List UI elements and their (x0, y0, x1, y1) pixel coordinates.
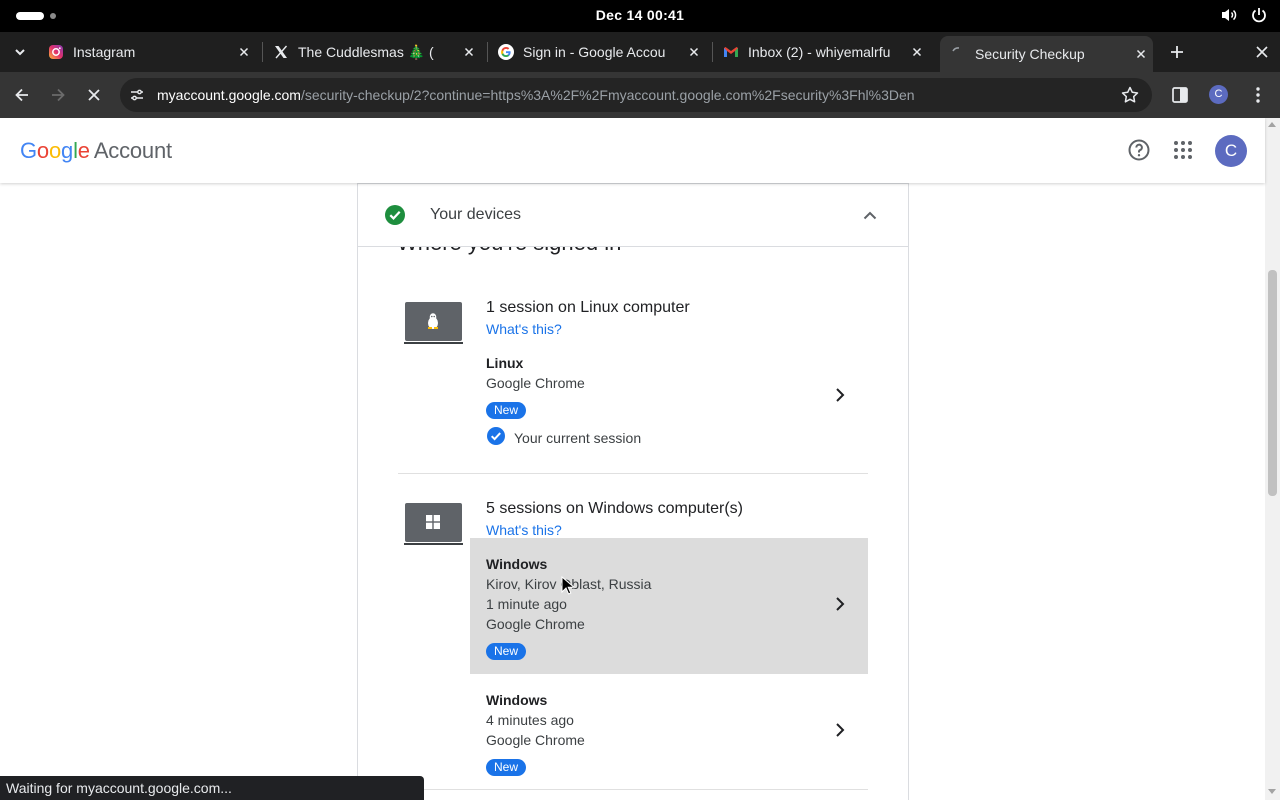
tab-search-icon[interactable] (13, 45, 27, 64)
clock[interactable]: Dec 14 00:41 (0, 7, 1280, 23)
tab-separator (487, 42, 488, 62)
help-icon[interactable] (1127, 138, 1151, 167)
logo-letter: o (36, 138, 49, 163)
logo-letter: g (61, 138, 74, 163)
whats-this-link[interactable]: What's this? (486, 522, 562, 538)
session-browser: Google Chrome (486, 616, 585, 632)
forward-icon[interactable] (48, 85, 68, 105)
browser-toolbar: myaccount.google.com/security-checkup/2?… (0, 72, 1280, 118)
google-account-header: Google Account C (0, 118, 1265, 183)
tab-title: Security Checkup (975, 46, 1085, 62)
url-path: /security-checkup/2?continue=https%3A%2F… (300, 87, 915, 103)
new-badge: New (486, 643, 526, 660)
volume-icon (1220, 6, 1238, 24)
product-name: Account (93, 138, 172, 163)
chevron-right-icon (830, 720, 850, 745)
session-device-name: Linux (486, 355, 524, 371)
tab-title: Inbox (2) - whiyemalrfu (748, 44, 891, 60)
tab-separator (712, 42, 713, 62)
whats-this-link[interactable]: What's this? (486, 321, 562, 337)
check-circle-icon (486, 426, 506, 449)
chevron-right-icon (830, 594, 850, 619)
tab-title: The Cuddlesmas 🎄 ( (298, 43, 434, 60)
tab-gmail-inbox[interactable]: Inbox (2) - whiyemalrfu (723, 36, 925, 68)
close-tab-icon[interactable] (236, 44, 252, 60)
logo-letter: G (20, 138, 37, 163)
close-tab-icon[interactable] (1133, 46, 1149, 62)
system-menu[interactable] (1220, 6, 1268, 24)
chevron-up-icon[interactable] (860, 206, 880, 231)
new-badge: New (486, 759, 526, 776)
bookmark-star-icon[interactable] (1120, 85, 1140, 110)
scroll-down-arrow-icon[interactable] (1268, 789, 1276, 794)
current-session-indicator: Your current session (486, 426, 641, 449)
google-account-logo[interactable]: Google Account (20, 138, 172, 164)
tab-title: Instagram (73, 44, 136, 60)
session-linux[interactable]: Linux Google Chrome New Your current ses… (470, 342, 868, 452)
back-icon[interactable] (12, 85, 32, 105)
devices-title: Your devices (430, 206, 522, 223)
tab-instagram[interactable]: Instagram (48, 36, 252, 68)
close-tab-icon[interactable] (686, 44, 702, 60)
site-info-icon[interactable] (128, 86, 146, 109)
new-badge: New (486, 402, 526, 419)
chevron-right-icon (830, 385, 850, 410)
session-device-name: Windows (486, 556, 548, 572)
instagram-icon (48, 44, 64, 60)
chrome-profile-avatar[interactable]: C (1209, 85, 1228, 104)
x-icon (273, 44, 289, 60)
page-scrollbar[interactable] (1265, 118, 1280, 800)
tab-security-checkup[interactable]: Security Checkup (940, 36, 1153, 72)
loading-status-bar: Waiting for myaccount.google.com... (0, 776, 424, 800)
session-time: 1 minute ago (486, 596, 567, 612)
loading-icon (950, 46, 966, 62)
logo-letter: e (77, 138, 90, 163)
mouse-cursor-icon (561, 576, 575, 595)
logo-letter: o (48, 138, 62, 163)
session-device-name: Windows (486, 692, 548, 708)
session-browser: Google Chrome (486, 375, 585, 391)
scroll-up-arrow-icon[interactable] (1268, 122, 1276, 127)
your-devices-header[interactable]: Your devices (357, 183, 909, 247)
google-icon (498, 44, 514, 60)
account-avatar[interactable]: C (1215, 135, 1247, 167)
linux-group-title: 1 session on Linux computer (486, 299, 690, 316)
tab-separator (262, 42, 263, 62)
linux-computer-icon (404, 302, 463, 344)
page-content: GoogleAccount C Where you're signed in Y… (0, 118, 1280, 800)
close-window-icon[interactable] (1254, 44, 1270, 65)
windows-computer-icon (404, 503, 463, 545)
current-session-label: Your current session (514, 429, 642, 446)
tab-google-signin[interactable]: Sign in - Google Accou (498, 36, 702, 68)
url-text: myaccount.google.com/security-checkup/2?… (157, 87, 915, 103)
power-icon (1250, 6, 1268, 24)
windows-group-title: 5 sessions on Windows computer(s) (486, 500, 743, 517)
address-bar[interactable]: myaccount.google.com/security-checkup/2?… (120, 78, 1152, 112)
session-windows-2[interactable]: Windows 4 minutes ago Google Chrome New (470, 674, 868, 788)
close-tab-icon[interactable] (461, 44, 477, 60)
apps-grid-icon[interactable] (1171, 138, 1195, 167)
session-time: 4 minutes ago (486, 712, 574, 728)
session-windows-kirov[interactable]: Windows Kirov, Kirov Oblast, Russia 1 mi… (470, 538, 868, 674)
scrollbar-thumb[interactable] (1268, 270, 1277, 496)
session-divider (398, 789, 868, 790)
chrome-menu-icon[interactable] (1248, 85, 1268, 105)
group-divider (398, 473, 868, 474)
close-tab-icon[interactable] (909, 44, 925, 60)
check-circle-icon (384, 204, 406, 231)
stop-loading-icon[interactable] (84, 85, 104, 105)
new-tab-icon[interactable] (1169, 44, 1185, 65)
tab-title: Sign in - Google Accou (523, 44, 666, 60)
side-panel-icon[interactable] (1170, 85, 1190, 105)
url-host: myaccount.google.com (157, 87, 301, 103)
tab-strip: Instagram The Cuddlesmas 🎄 ( Sign in - G… (0, 32, 1280, 72)
system-top-bar: Dec 14 00:41 (0, 0, 1280, 32)
tab-x-post[interactable]: The Cuddlesmas 🎄 ( (273, 36, 477, 68)
gmail-icon (723, 44, 739, 60)
session-browser: Google Chrome (486, 732, 585, 748)
